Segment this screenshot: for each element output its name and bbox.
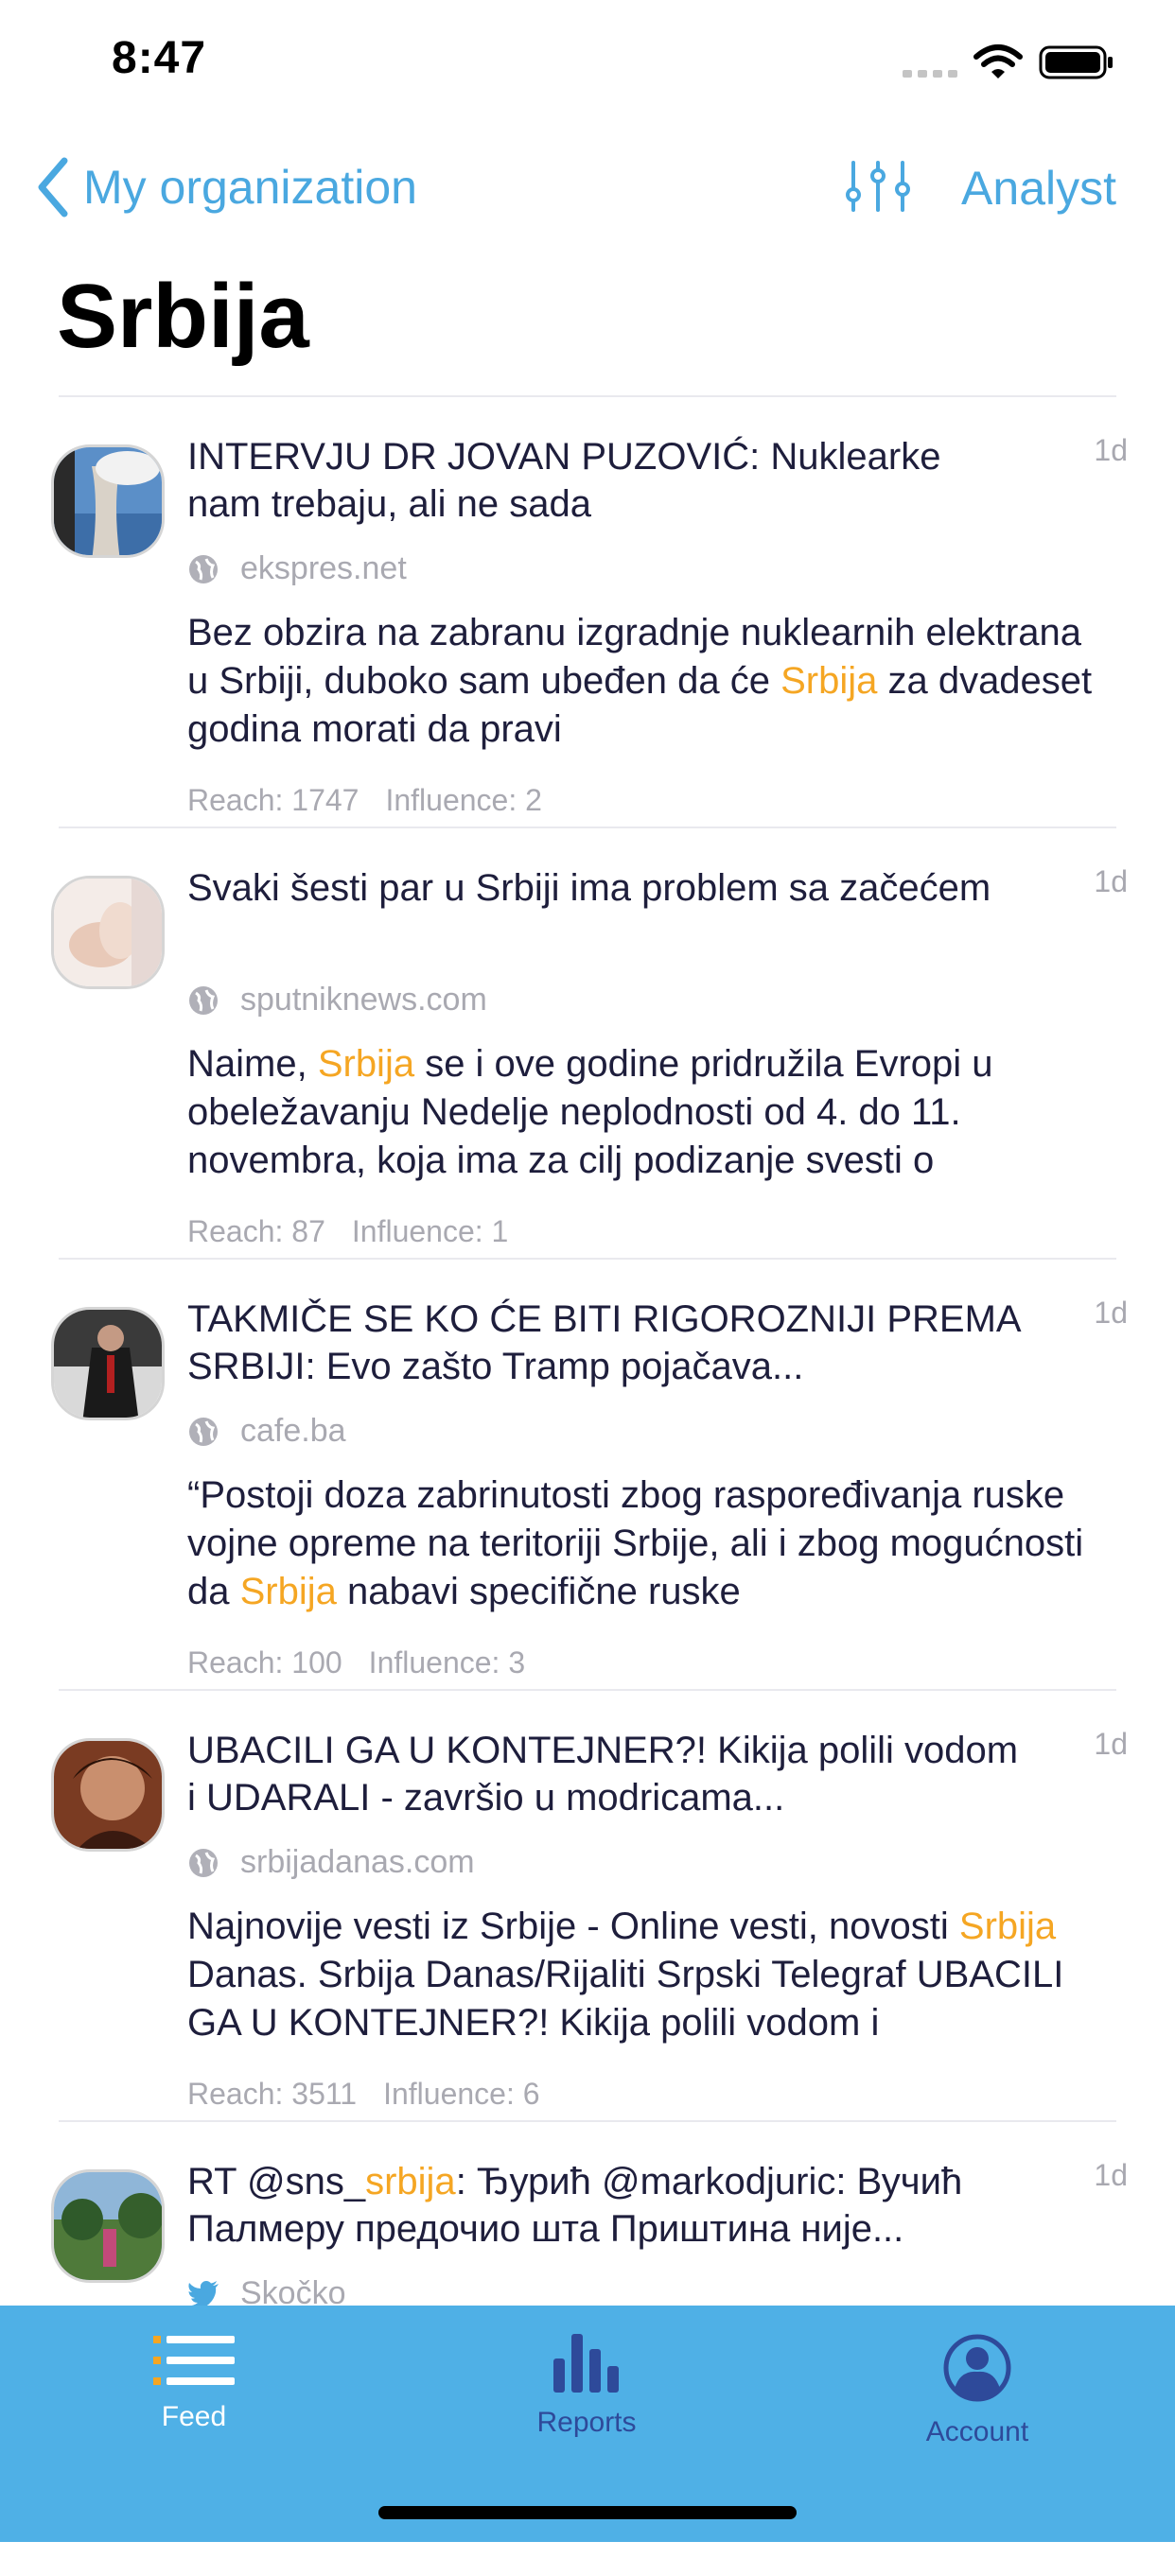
article-stats: Reach: 3511 Influence: 6 xyxy=(187,2077,540,2112)
source-domain: srbijadanas.com xyxy=(240,1844,475,1880)
article-age: 1d xyxy=(1094,433,1128,467)
divider xyxy=(59,395,1116,397)
user-icon xyxy=(943,2334,1011,2402)
snippet-text: Naime, xyxy=(187,1043,318,1085)
tab-label: Feed xyxy=(161,2401,227,2432)
article-snippet: Naime, Srbija se i ove godine pridružila… xyxy=(187,1040,1096,1185)
article-title: INTERVJU DR JOVAN PUZOVIĆ: Nuklearke nam… xyxy=(187,436,941,525)
article-thumbnail xyxy=(51,1307,165,1420)
article-age: 1d xyxy=(1094,1296,1128,1330)
article-snippet: Najnovije vesti iz Srbije - Online vesti… xyxy=(187,1903,1096,2047)
feed-item[interactable]: TAKMIČE SE KO ĆE BITI RIGOROZNIJI PREMA … xyxy=(0,1282,1175,1714)
article-stats: Reach: 1747 Influence: 2 xyxy=(187,783,542,818)
divider xyxy=(59,827,1116,828)
divider xyxy=(59,2120,1116,2122)
globe-icon xyxy=(189,1417,218,1446)
article-source: srbijadanas.com xyxy=(187,1844,475,1881)
reach-value: Reach: 1747 xyxy=(187,783,360,817)
divider xyxy=(59,1689,1116,1691)
article-source: ekspres.net xyxy=(187,550,407,587)
article-age: 1d xyxy=(1094,1727,1128,1761)
globe-icon xyxy=(189,554,218,583)
article-thumbnail xyxy=(51,1738,165,1852)
tab-account[interactable]: Account xyxy=(873,2334,1081,2448)
status-time: 8:47 xyxy=(112,33,207,83)
tweet-title: RT @sns_srbija: Ђурић @markodjuric: Вучи… xyxy=(187,2158,1020,2253)
article-source: sputniknews.com xyxy=(187,982,487,1018)
navigation-bar: My organization Analyst xyxy=(0,142,1175,236)
tab-reports[interactable]: Reports xyxy=(482,2334,691,2439)
keyword-highlight: Srbija xyxy=(958,1906,1057,1947)
reach-value: Reach: 87 xyxy=(187,1214,325,1248)
article-thumbnail xyxy=(51,876,165,989)
tweet-avatar xyxy=(51,2169,165,2283)
source-domain: sputniknews.com xyxy=(240,982,487,1018)
title-text: RT @sns_ xyxy=(187,2161,366,2202)
filter-sliders-icon[interactable] xyxy=(844,159,912,214)
influence-value: Influence: 2 xyxy=(385,783,542,817)
article-thumbnail xyxy=(51,444,165,558)
article-title: TAKMIČE SE KO ĆE BITI RIGOROZNIJI PREMA … xyxy=(187,1298,1020,1387)
reach-value: Reach: 100 xyxy=(187,1645,342,1680)
feed-item[interactable]: UBACILI GA U KONTEJNER?! Kikija polili v… xyxy=(0,1714,1175,2145)
list-icon xyxy=(153,2336,235,2385)
wifi-icon xyxy=(973,44,1023,78)
snippet-text: nabavi specifične ruske xyxy=(336,1571,741,1612)
feed-item[interactable]: Svaki šesti par u Srbiji ima problem sa … xyxy=(0,851,1175,1282)
chevron-left-icon xyxy=(38,157,68,218)
home-indicator xyxy=(378,2506,797,2519)
battery-icon xyxy=(1039,45,1113,79)
tab-label: Reports xyxy=(536,2407,637,2438)
keyword-highlight: srbija xyxy=(365,2161,456,2202)
article-age: 1d xyxy=(1094,864,1128,898)
article-source: cafe.ba xyxy=(187,1413,346,1450)
keyword-highlight: Srbija xyxy=(780,660,878,702)
page-title: Srbija xyxy=(57,266,309,367)
cellular-signal-icon xyxy=(903,70,957,78)
influence-value: Influence: 1 xyxy=(351,1214,509,1248)
tab-feed[interactable]: Feed xyxy=(90,2334,298,2433)
article-title: UBACILI GA U KONTEJNER?! Kikija polili v… xyxy=(187,1730,1019,1819)
source-domain: cafe.ba xyxy=(240,1413,346,1449)
globe-icon xyxy=(189,985,218,1015)
globe-icon xyxy=(189,1848,218,1877)
article-snippet: Bez obzira na zabranu izgradnje nuklearn… xyxy=(187,609,1096,754)
feed-item[interactable]: INTERVJU DR JOVAN PUZOVIĆ: Nuklearke nam… xyxy=(0,420,1175,851)
bar-chart-icon xyxy=(553,2334,619,2393)
reach-value: Reach: 3511 xyxy=(187,2077,358,2111)
article-age: 1d xyxy=(1094,2158,1128,2192)
analyst-button[interactable]: Analyst xyxy=(961,161,1116,216)
tab-label: Account xyxy=(925,2416,1029,2447)
snippet-text: Najnovije vesti iz Srbije - Online vesti… xyxy=(187,1906,959,1947)
keyword-highlight: Srbija xyxy=(317,1043,415,1085)
twitter-icon xyxy=(187,2280,219,2308)
influence-value: Influence: 6 xyxy=(383,2077,540,2111)
snippet-text: Danas. Srbija Danas/Rijaliti Srpski Tele… xyxy=(187,1954,1064,2044)
back-button[interactable]: My organization xyxy=(36,157,417,218)
divider xyxy=(59,1258,1116,1260)
article-stats: Reach: 87 Influence: 1 xyxy=(187,1214,508,1249)
source-domain: ekspres.net xyxy=(240,550,407,586)
article-snippet: “Postoji doza zabrinutosti zbog raspoređ… xyxy=(187,1471,1096,1616)
back-label: My organization xyxy=(83,161,417,214)
status-bar: 8:47 xyxy=(0,0,1175,132)
influence-value: Influence: 3 xyxy=(368,1645,526,1680)
article-stats: Reach: 100 Influence: 3 xyxy=(187,1645,525,1680)
keyword-highlight: Srbija xyxy=(239,1571,337,1612)
article-title: Svaki šesti par u Srbiji ima problem sa … xyxy=(187,867,991,909)
